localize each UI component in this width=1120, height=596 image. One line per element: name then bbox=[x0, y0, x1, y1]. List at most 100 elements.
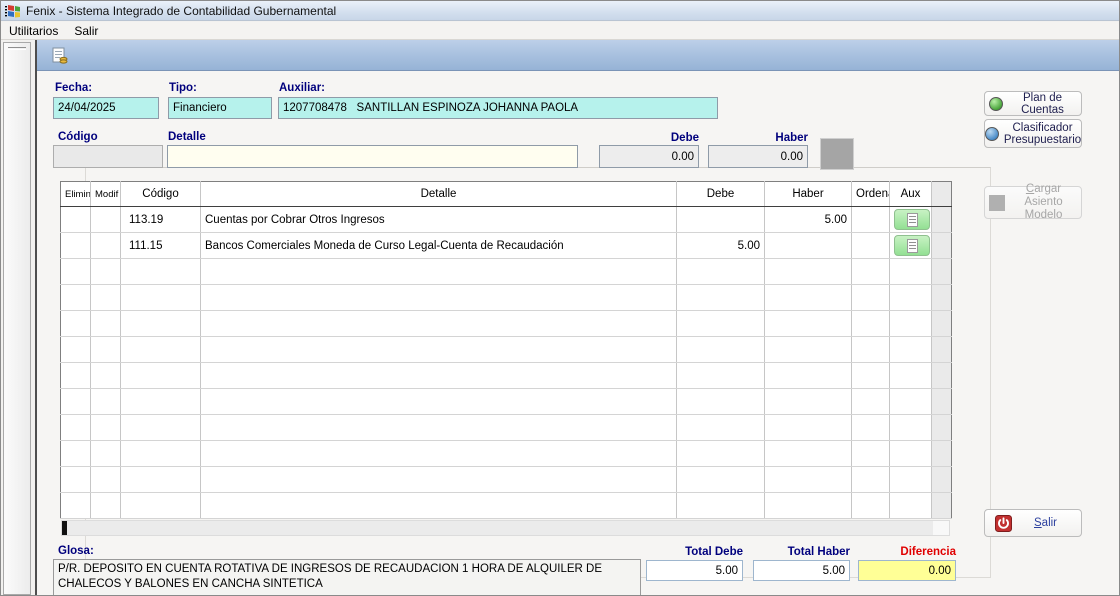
cell-ordenar bbox=[852, 207, 890, 233]
fecha-label: Fecha: bbox=[55, 82, 92, 94]
cargar-asiento-modelo-button[interactable]: Cargar Asiento Modelo bbox=[984, 186, 1082, 219]
cell-detalle: Bancos Comerciales Moneda de Curso Legal… bbox=[201, 233, 677, 259]
cell-aux bbox=[890, 337, 932, 363]
column-header-elimin: Elimin bbox=[61, 182, 91, 207]
cell-ordenar bbox=[852, 415, 890, 441]
column-header-código: Código bbox=[121, 182, 201, 207]
document-with-coins-icon bbox=[50, 46, 70, 66]
auxiliar-label: Auxiliar: bbox=[279, 82, 325, 94]
salir-button[interactable]: Salir bbox=[984, 509, 1082, 537]
cell-detalle bbox=[201, 259, 677, 285]
cell-elimin bbox=[61, 415, 91, 441]
window-title: Fenix - Sistema Integrado de Contabilida… bbox=[26, 4, 336, 18]
table-row bbox=[61, 493, 952, 519]
cell-elimin bbox=[61, 207, 91, 233]
cell-scroll bbox=[932, 415, 952, 441]
title-bar: Fenix - Sistema Integrado de Contabilida… bbox=[1, 1, 1120, 21]
cell-ordenar bbox=[852, 493, 890, 519]
cell-haber bbox=[765, 493, 852, 519]
aux-button[interactable] bbox=[894, 209, 930, 230]
document-icon bbox=[907, 213, 918, 227]
cell-debe bbox=[677, 415, 765, 441]
table-row bbox=[61, 467, 952, 493]
new-entry-button[interactable] bbox=[47, 44, 73, 67]
cell-scroll bbox=[932, 259, 952, 285]
column-header-debe: Debe bbox=[677, 182, 765, 207]
cell-elimin bbox=[61, 233, 91, 259]
green-sphere-icon bbox=[989, 97, 1003, 111]
debe-input[interactable]: 0.00 bbox=[599, 145, 699, 168]
cell-codigo: 111.15 bbox=[121, 233, 201, 259]
cell-ordenar bbox=[852, 467, 890, 493]
cell-codigo bbox=[121, 415, 201, 441]
splitter-grip[interactable] bbox=[8, 47, 26, 50]
cell-haber bbox=[765, 311, 852, 337]
cell-modif bbox=[91, 493, 121, 519]
cell-detalle bbox=[201, 311, 677, 337]
cell-scroll bbox=[932, 493, 952, 519]
hscroll-thumb[interactable] bbox=[62, 521, 67, 535]
cell-scroll bbox=[932, 337, 952, 363]
left-collapsed-panel[interactable] bbox=[3, 42, 31, 595]
cell-debe bbox=[677, 207, 765, 233]
cell-scroll bbox=[932, 389, 952, 415]
cell-detalle bbox=[201, 285, 677, 311]
cell-codigo bbox=[121, 285, 201, 311]
haber-input[interactable]: 0.00 bbox=[708, 145, 808, 168]
plan-de-cuentas-button[interactable]: Plan de Cuentas bbox=[984, 91, 1082, 116]
menu-utilitarios[interactable]: Utilitarios bbox=[1, 23, 66, 39]
cell-scroll bbox=[932, 233, 952, 259]
table-row bbox=[61, 311, 952, 337]
tipo-field[interactable]: Financiero bbox=[168, 97, 272, 119]
cell-haber bbox=[765, 389, 852, 415]
cell-detalle bbox=[201, 389, 677, 415]
cell-ordenar bbox=[852, 311, 890, 337]
cell-aux bbox=[890, 233, 932, 259]
cell-codigo bbox=[121, 441, 201, 467]
cell-haber bbox=[765, 441, 852, 467]
total-debe-field: 5.00 bbox=[646, 560, 743, 581]
cell-modif bbox=[91, 285, 121, 311]
debe-label: Debe bbox=[599, 132, 699, 144]
cell-codigo bbox=[121, 389, 201, 415]
tipo-label: Tipo: bbox=[169, 82, 197, 94]
fecha-field[interactable]: 24/04/2025 bbox=[53, 97, 159, 119]
table-row bbox=[61, 285, 952, 311]
cell-aux bbox=[890, 441, 932, 467]
cell-debe: 5.00 bbox=[677, 233, 765, 259]
cell-debe bbox=[677, 389, 765, 415]
cell-aux bbox=[890, 259, 932, 285]
haber-label: Haber bbox=[708, 132, 808, 144]
document-icon bbox=[907, 239, 918, 253]
cell-aux bbox=[890, 467, 932, 493]
auxiliar-field[interactable]: 1207708478 SANTILLAN ESPINOZA JOHANNA PA… bbox=[278, 97, 718, 119]
table-row bbox=[61, 259, 952, 285]
app-window: Fenix - Sistema Integrado de Contabilida… bbox=[0, 0, 1120, 596]
cell-detalle bbox=[201, 467, 677, 493]
codigo-input[interactable] bbox=[53, 145, 163, 168]
cell-ordenar bbox=[852, 389, 890, 415]
cell-aux bbox=[890, 389, 932, 415]
column-header-modif: Modif bbox=[91, 182, 121, 207]
cell-scroll bbox=[932, 207, 952, 233]
cell-ordenar bbox=[852, 363, 890, 389]
cell-detalle bbox=[201, 363, 677, 389]
cell-scroll bbox=[932, 467, 952, 493]
cell-debe bbox=[677, 311, 765, 337]
detalle-input[interactable] bbox=[167, 145, 578, 168]
cell-elimin bbox=[61, 467, 91, 493]
table-row bbox=[61, 441, 952, 467]
clasificador-presupuestario-button[interactable]: Clasificador Presupuestario bbox=[984, 119, 1082, 148]
menu-salir[interactable]: Salir bbox=[66, 23, 106, 39]
add-entry-square-button[interactable] bbox=[820, 138, 854, 170]
cell-scroll bbox=[932, 285, 952, 311]
cell-modif bbox=[91, 389, 121, 415]
cell-elimin bbox=[61, 363, 91, 389]
glosa-textarea[interactable]: P/R. DEPOSITO EN CUENTA ROTATIVA DE INGR… bbox=[53, 559, 641, 596]
cell-debe bbox=[677, 363, 765, 389]
cell-codigo bbox=[121, 337, 201, 363]
table-hscrollbar[interactable] bbox=[61, 520, 950, 536]
cell-aux bbox=[890, 363, 932, 389]
total-haber-label: Total Haber bbox=[753, 546, 850, 558]
aux-button[interactable] bbox=[894, 235, 930, 256]
